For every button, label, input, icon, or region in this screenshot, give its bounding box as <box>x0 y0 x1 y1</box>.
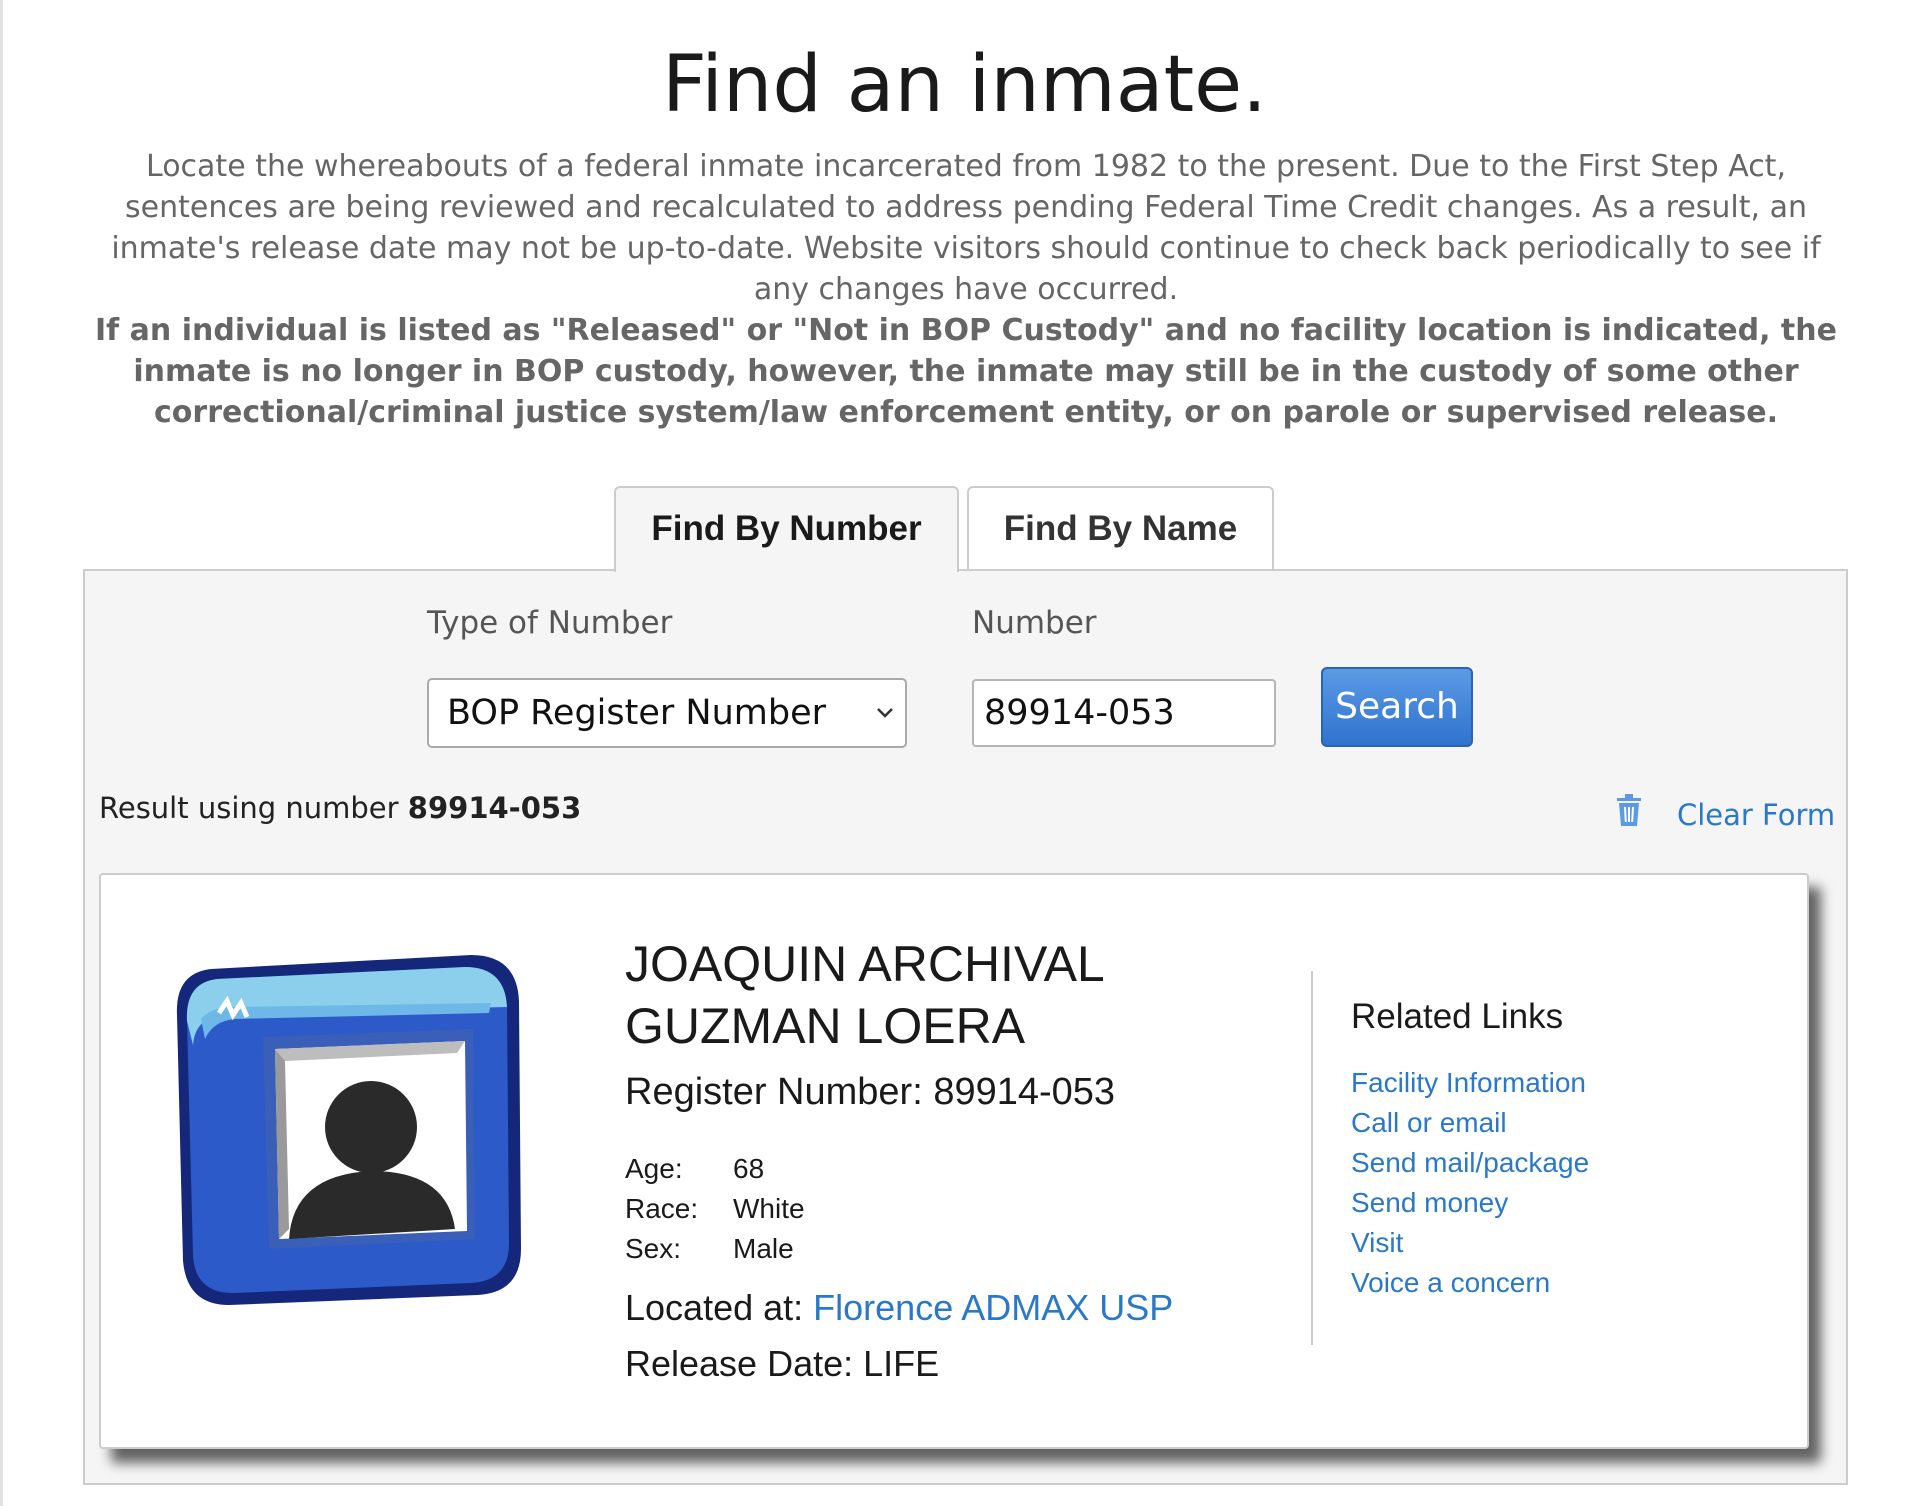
inmate-result-card: JOAQUIN ARCHIVAL GUZMAN LOERA Register N… <box>99 873 1809 1449</box>
related-link-send-mail-package[interactable]: Send mail/package <box>1351 1143 1589 1183</box>
result-prefix: Result using number <box>99 791 399 825</box>
result-number: 89914-053 <box>407 791 582 825</box>
type-of-number-select[interactable]: BOP Register Number <box>427 678 907 748</box>
register-number-label: Register Number: <box>625 1071 923 1113</box>
intro-text: Locate the whereabouts of a federal inma… <box>111 149 1821 307</box>
page: Find an inmate. Locate the whereabouts o… <box>0 0 1926 1506</box>
tab-find-by-name[interactable]: Find By Name <box>967 486 1274 570</box>
tab-find-by-number[interactable]: Find By Number <box>614 486 959 572</box>
inmate-name-line2: GUZMAN LOERA <box>625 998 1026 1054</box>
attr-value: Male <box>733 1233 794 1264</box>
clear-form-link[interactable]: Clear Form <box>1677 798 1835 832</box>
search-panel: Type of Number BOP Register Number Numbe… <box>83 569 1848 1485</box>
person-placeholder-icon <box>171 949 523 1305</box>
related-link-facility-information[interactable]: Facility Information <box>1351 1063 1589 1103</box>
related-link-call-or-email[interactable]: Call or email <box>1351 1103 1589 1143</box>
attr-value: White <box>733 1193 805 1224</box>
page-title: Find an inmate. <box>662 40 1267 130</box>
release-date: Release Date: LIFE <box>625 1343 939 1385</box>
attr-key: Sex: <box>625 1233 682 1264</box>
facility-link[interactable]: Florence ADMAX USP <box>813 1287 1173 1328</box>
related-link-voice-a-concern[interactable]: Voice a concern <box>1351 1263 1589 1303</box>
related-links-title: Related Links <box>1351 997 1564 1036</box>
related-links-list: Facility Information Call or email Send … <box>1351 1063 1589 1303</box>
location-label: Located at: <box>625 1287 804 1328</box>
number-label: Number <box>972 605 1097 641</box>
attr-key: Age: <box>625 1153 683 1184</box>
release-date-label: Release Date: <box>625 1343 854 1384</box>
chevron-down-icon <box>875 680 895 746</box>
attr-age: Age: 68 <box>625 1153 764 1185</box>
release-date-value: LIFE <box>863 1343 940 1384</box>
type-of-number-label: Type of Number <box>427 605 673 641</box>
number-input[interactable]: 89914-053 <box>972 679 1276 747</box>
register-number: Register Number: 89914-053 <box>625 1071 1115 1114</box>
custody-notice: If an individual is listed as "Released"… <box>95 313 1837 430</box>
attr-sex: Sex: Male <box>625 1233 794 1265</box>
attr-race: Race: White <box>625 1193 805 1225</box>
type-of-number-value: BOP Register Number <box>447 693 827 733</box>
search-button[interactable]: Search <box>1321 667 1473 747</box>
related-link-visit[interactable]: Visit <box>1351 1223 1589 1263</box>
attr-value: 68 <box>733 1153 765 1184</box>
trash-icon[interactable] <box>1615 793 1643 827</box>
location: Located at: Florence ADMAX USP <box>625 1287 1173 1329</box>
attr-key: Race: <box>625 1193 699 1224</box>
related-link-send-money[interactable]: Send money <box>1351 1183 1589 1223</box>
inmate-name-line1: JOAQUIN ARCHIVAL <box>625 936 1105 992</box>
inmate-name: JOAQUIN ARCHIVAL GUZMAN LOERA <box>625 933 1185 1057</box>
divider <box>1311 971 1313 1345</box>
result-summary: Result using number 89914-053 <box>99 791 581 825</box>
register-number-value: 89914-053 <box>933 1071 1116 1113</box>
